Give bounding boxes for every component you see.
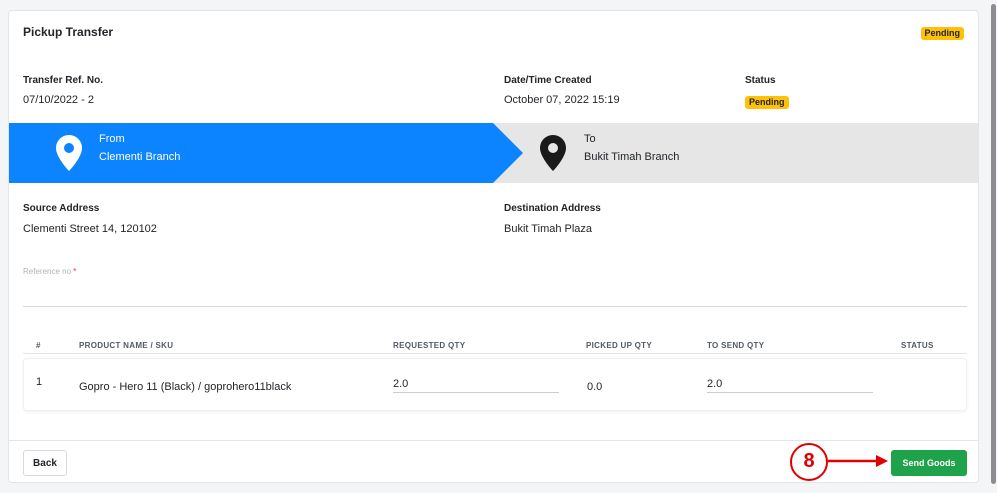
- map-pin-icon: [56, 135, 82, 176]
- reference-no-input[interactable]: [23, 281, 967, 307]
- col-header-requested-qty: REQUESTED QTY: [393, 341, 466, 350]
- reference-no-label: Reference no *: [23, 267, 76, 276]
- vertical-scrollbar[interactable]: [989, 0, 997, 493]
- table-row: 1 Gopro - Hero 11 (Black) / goprohero11b…: [23, 358, 967, 411]
- route-from-value: Clementi Branch: [99, 151, 181, 163]
- pickup-transfer-card: Pickup Transfer Pending Transfer Ref. No…: [8, 10, 979, 483]
- date-created-value: October 07, 2022 15:19: [504, 94, 620, 106]
- status-label: Status: [745, 75, 776, 86]
- col-header-picked-up-qty: PICKED UP QTY: [586, 341, 652, 350]
- col-header-to-send-qty: TO SEND QTY: [707, 341, 765, 350]
- status-badge: Pending: [745, 96, 789, 109]
- route-from-label: From: [99, 133, 125, 145]
- source-address-label: Source Address: [23, 203, 100, 214]
- scrollbar-thumb[interactable]: [991, 4, 996, 484]
- page-title: Pickup Transfer: [23, 25, 114, 39]
- to-send-qty-input[interactable]: [707, 375, 873, 393]
- table-header-divider: [23, 353, 967, 354]
- source-address-value: Clementi Street 14, 120102: [23, 223, 157, 235]
- row-product: Gopro - Hero 11 (Black) / goprohero11bla…: [79, 381, 292, 393]
- route-from-panel: [9, 123, 523, 183]
- destination-address-label: Destination Address: [504, 203, 601, 214]
- row-picked-up-qty: 0.0: [587, 381, 603, 393]
- map-pin-icon: [540, 135, 566, 176]
- transfer-ref-value: 07/10/2022 - 2: [23, 94, 94, 106]
- transfer-route: From Clementi Branch To Bukit Timah Bran…: [9, 123, 978, 183]
- destination-address-value: Bukit Timah Plaza: [504, 223, 593, 235]
- col-header-index: #: [36, 341, 41, 350]
- row-index: 1: [36, 376, 43, 388]
- send-goods-button[interactable]: Send Goods: [891, 450, 967, 476]
- required-mark: *: [73, 267, 77, 276]
- col-header-status: STATUS: [901, 341, 934, 350]
- requested-qty-input[interactable]: [393, 375, 559, 393]
- reference-no-label-text: Reference no: [23, 267, 72, 276]
- transfer-ref-label: Transfer Ref. No.: [23, 75, 104, 86]
- header-status-badge: Pending: [920, 27, 964, 40]
- footer-divider: [9, 440, 978, 441]
- back-button[interactable]: Back: [23, 450, 67, 476]
- col-header-product: PRODUCT NAME / SKU: [79, 341, 174, 350]
- arrow-right-icon: [828, 454, 888, 473]
- route-to-value: Bukit Timah Branch: [584, 151, 680, 163]
- route-to-label: To: [584, 133, 596, 145]
- date-created-label: Date/Time Created: [504, 75, 592, 86]
- step-annotation-badge: 8: [790, 443, 828, 481]
